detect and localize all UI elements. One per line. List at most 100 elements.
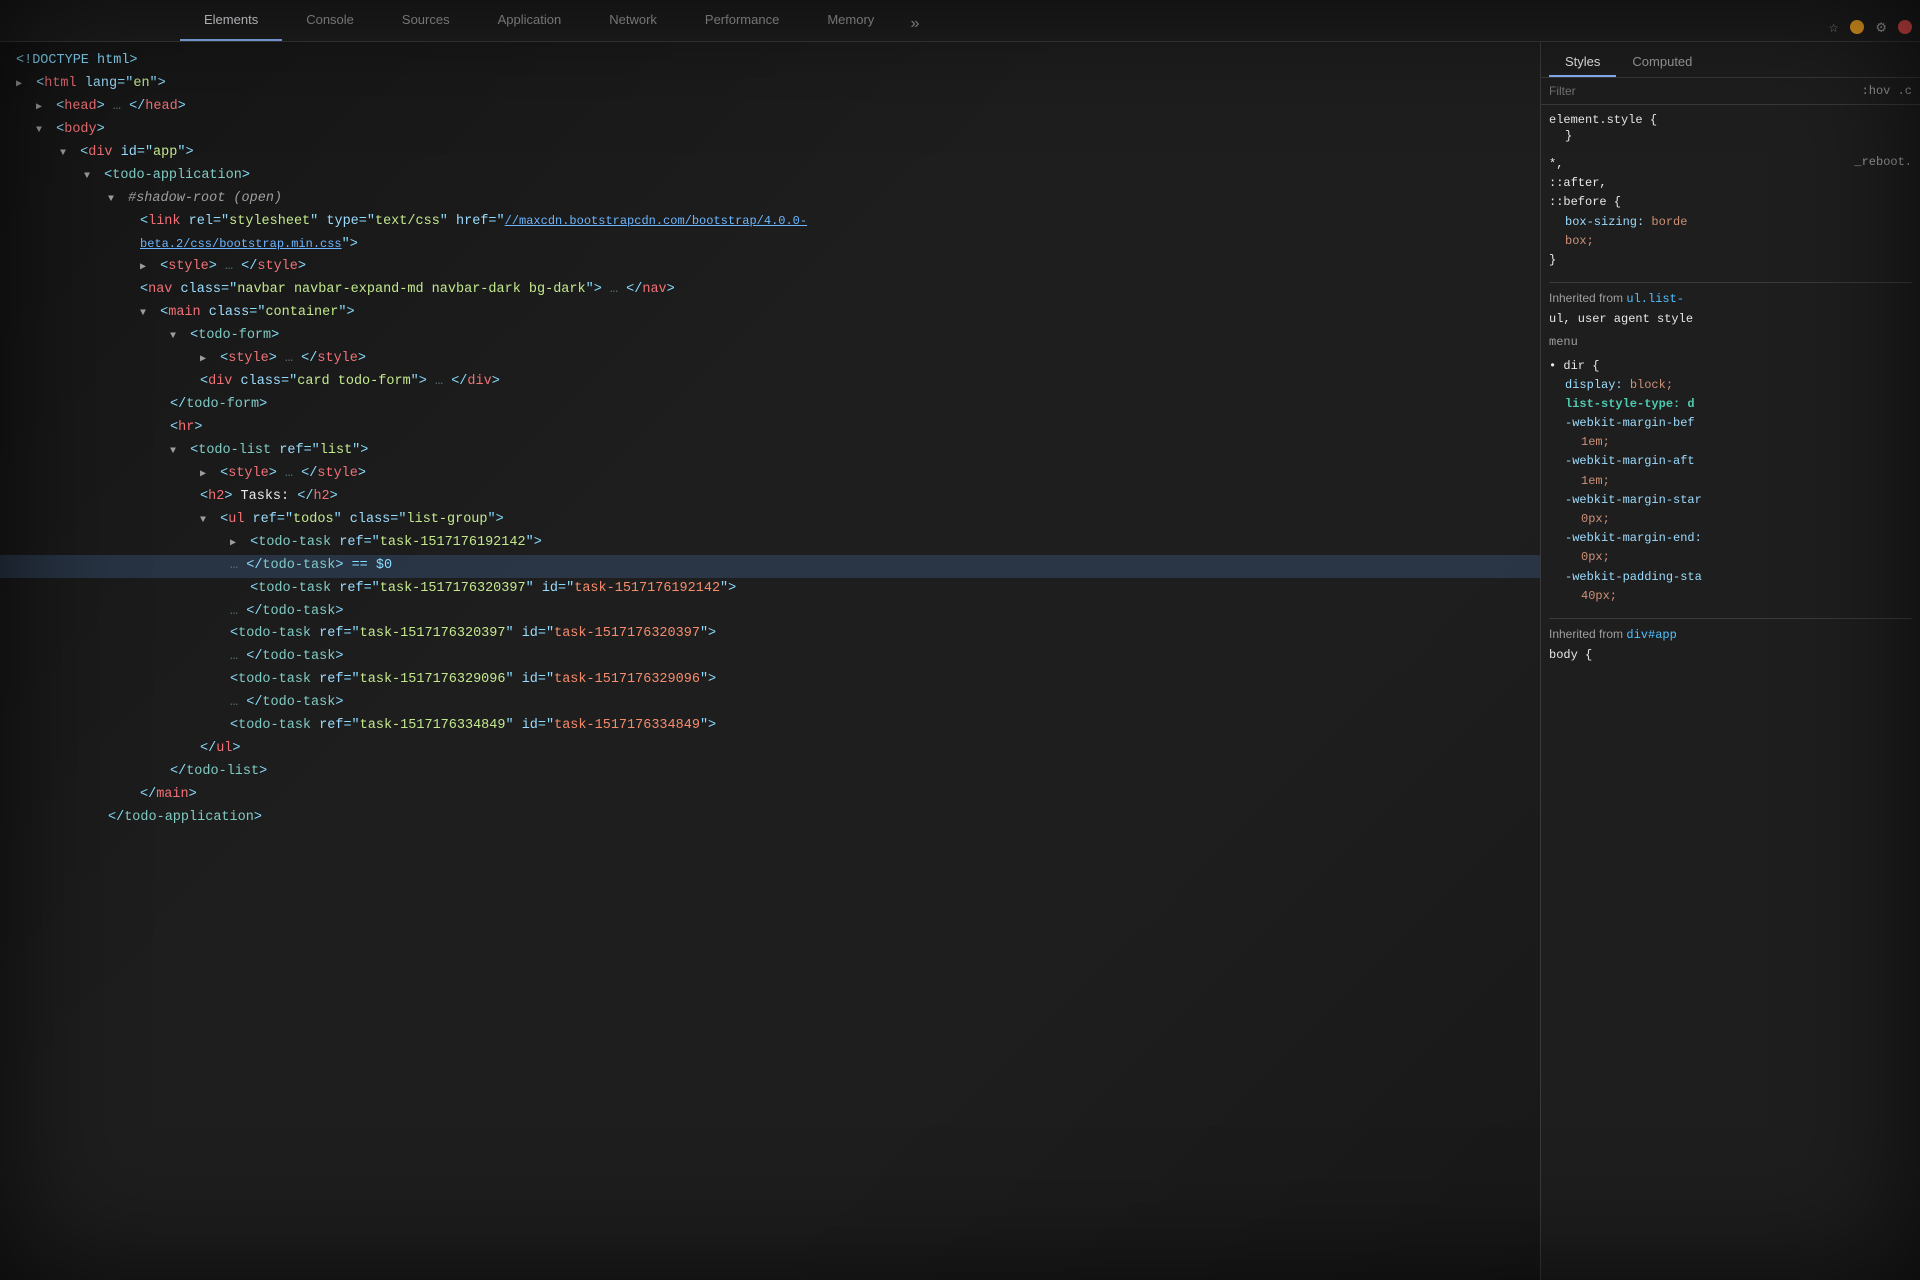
triangle-style3[interactable]: ▶ — [200, 466, 212, 483]
html-line-nav: <nav class="navbar navbar-expand-md navb… — [0, 279, 900, 302]
tab-styles[interactable]: Styles — [1549, 48, 1616, 77]
elements-scroll[interactable]: <!DOCTYPE html> ▶ <html lang="en"> ▶ <he… — [0, 50, 1540, 1272]
html-line-todo-form-open: ▼ <todo-form> — [0, 325, 1540, 348]
html-line-body: ▼ <body> — [0, 119, 1540, 142]
html-line-hr: <hr> — [0, 417, 1540, 440]
dir-block: display: block; list-style-type: d -webk… — [1549, 376, 1912, 606]
triangle-shadow-root[interactable]: ▼ — [108, 191, 120, 208]
triangle-html[interactable]: ▶ — [16, 76, 28, 93]
html-line-todo-task-3-close: … </todo-task> — [0, 646, 1540, 669]
display-prop: display: block; — [1565, 376, 1912, 395]
styles-filter-input[interactable] — [1549, 84, 1854, 98]
html-line-style1: ▶ <style> … </style> — [0, 256, 1540, 279]
settings-icon[interactable]: ⚙ — [1872, 13, 1890, 41]
html-line-div-app: ▼ <div id="app"> — [0, 142, 1540, 165]
html-line-todo-form-close: </todo-form> — [0, 394, 1540, 417]
triangle-todo-task-1[interactable]: ▶ — [230, 535, 242, 552]
html-line-div-card: <div class="card todo-form"> … </div> — [0, 371, 1540, 394]
webkit-padding-start: -webkit-padding-sta — [1565, 568, 1912, 587]
webkit-margin-start: -webkit-margin-star — [1565, 491, 1912, 510]
triangle-ul[interactable]: ▼ — [200, 512, 212, 529]
triangle-todo-app[interactable]: ▼ — [84, 168, 96, 185]
html-line-shadow-root: ▼ #shadow-root (open) — [0, 188, 1540, 211]
style-rule-dir: • dir { display: block; list-style-type:… — [1549, 357, 1912, 606]
tab-performance[interactable]: Performance — [681, 0, 803, 41]
star-close-brace: } — [1549, 251, 1912, 270]
tab-console[interactable]: Console — [282, 0, 378, 41]
body-selector: body { — [1549, 646, 1912, 665]
html-line-todo-task-3-open: <todo-task ref="task-1517176320397" id="… — [0, 623, 900, 646]
html-line-todo-task-2-close: … </todo-task> — [0, 601, 1540, 624]
main-content: <!DOCTYPE html> ▶ <html lang="en"> ▶ <he… — [0, 42, 1920, 1280]
tab-application[interactable]: Application — [474, 0, 586, 41]
top-icons: ☆ ⚙ — [1825, 13, 1920, 41]
menu-text: menu — [1549, 333, 1912, 352]
html-line-todo-task-4-open: <todo-task ref="task-1517176329096" id="… — [0, 669, 900, 692]
html-line-style2: ▶ <style> … </style> — [0, 348, 1540, 371]
triangle-div-app[interactable]: ▼ — [60, 145, 72, 162]
pseudo-filter[interactable]: :hov .c — [1862, 84, 1912, 98]
list-style-prop: list-style-type: d — [1565, 395, 1912, 414]
html-line-todo-task-5-open: <todo-task ref="task-1517176334849" id="… — [0, 715, 900, 738]
tab-bar: Elements Console Sources Application Net… — [0, 0, 1920, 42]
triangle-style2[interactable]: ▶ — [200, 351, 212, 368]
tab-elements[interactable]: Elements — [180, 0, 282, 41]
styles-filter-bar: :hov .c — [1541, 78, 1920, 105]
source-label: _reboot. — [1854, 155, 1912, 169]
triangle-body[interactable]: ▼ — [36, 122, 48, 139]
notification-dot-red — [1898, 20, 1912, 34]
html-line-ul-close: </ul> — [0, 738, 1540, 761]
style-rule-star: _reboot. *, ::after, ::before { box-sizi… — [1549, 155, 1912, 270]
inherited-from-div: Inherited from div#app — [1549, 618, 1912, 642]
html-line-h2: <h2> Tasks: </h2> — [0, 486, 1540, 509]
html-line-ul: ▼ <ul ref="todos" class="list-group"> — [0, 509, 1540, 532]
box-value: box; — [1549, 232, 1912, 251]
html-line-main: ▼ <main class="container"> — [0, 302, 1540, 325]
html-line-todo-task-1-open: ▶ <todo-task ref="task-1517176192142"> — [0, 532, 1540, 555]
margin-after-value: 1em; — [1565, 472, 1912, 491]
triangle-head[interactable]: ▶ — [36, 99, 48, 116]
html-line-main-close: </main> — [0, 784, 1540, 807]
devtools-window: Elements Console Sources Application Net… — [0, 0, 1920, 1280]
tab-computed[interactable]: Computed — [1616, 48, 1708, 77]
triangle-todo-list[interactable]: ▼ — [170, 443, 182, 460]
element-style-block: } — [1549, 129, 1912, 143]
tab-network[interactable]: Network — [585, 0, 681, 41]
tab-memory[interactable]: Memory — [803, 0, 898, 41]
html-line-todo-app-close: </todo-application> — [0, 807, 1540, 830]
html-line-link: <link rel="stylesheet" type="text/css" h… — [0, 211, 900, 257]
styles-panel: Styles Computed :hov .c element.style { — [1540, 42, 1920, 1280]
margin-end-value: 0px; — [1565, 548, 1912, 567]
tab-sources[interactable]: Sources — [378, 0, 474, 41]
elements-panel: <!DOCTYPE html> ▶ <html lang="en"> ▶ <he… — [0, 42, 1540, 1280]
triangle-main[interactable]: ▼ — [140, 305, 152, 322]
margin-before-value: 1em; — [1565, 433, 1912, 452]
dir-selector: • dir { — [1549, 357, 1912, 376]
padding-start-value: 40px; — [1565, 587, 1912, 606]
after-selector: ::after, — [1549, 174, 1912, 193]
triangle-style1[interactable]: ▶ — [140, 259, 152, 276]
notification-dot-yellow — [1850, 20, 1864, 34]
element-style-selector: element.style { — [1549, 113, 1912, 127]
box-sizing-prop: box-sizing: borde — [1549, 213, 1912, 232]
html-line-head: ▶ <head> … </head> — [0, 96, 1540, 119]
html-line-todo-list-open: ▼ <todo-list ref="list"> — [0, 440, 1540, 463]
triangle-todo-form[interactable]: ▼ — [170, 328, 182, 345]
html-line-todo-task-1-close: … </todo-task> == $0 — [0, 555, 1540, 578]
styles-content: element.style { } _reboot. *, ::after, — [1541, 105, 1920, 1280]
html-line-doctype: <!DOCTYPE html> — [0, 50, 1540, 73]
webkit-margin-before: -webkit-margin-bef — [1565, 414, 1912, 433]
margin-start-value: 0px; — [1565, 510, 1912, 529]
star-icon[interactable]: ☆ — [1825, 13, 1843, 41]
html-line-todo-task-4-close: … </todo-task> — [0, 692, 1540, 715]
html-line-style3: ▶ <style> … </style> — [0, 463, 1540, 486]
styles-tabs: Styles Computed — [1541, 42, 1920, 78]
ul-agent-style: ul, user agent style — [1549, 310, 1912, 329]
tab-more-button[interactable]: » — [898, 7, 932, 41]
webkit-margin-end: -webkit-margin-end: — [1565, 529, 1912, 548]
html-line-todo-app: ▼ <todo-application> — [0, 165, 1540, 188]
html-line-todo-task-2-open: <todo-task ref="task-1517176320397" id="… — [0, 578, 900, 601]
inherited-from-ul: Inherited from ul.list- — [1549, 282, 1912, 306]
before-selector: ::before { — [1549, 193, 1912, 212]
html-line-todo-list-close: </todo-list> — [0, 761, 1540, 784]
